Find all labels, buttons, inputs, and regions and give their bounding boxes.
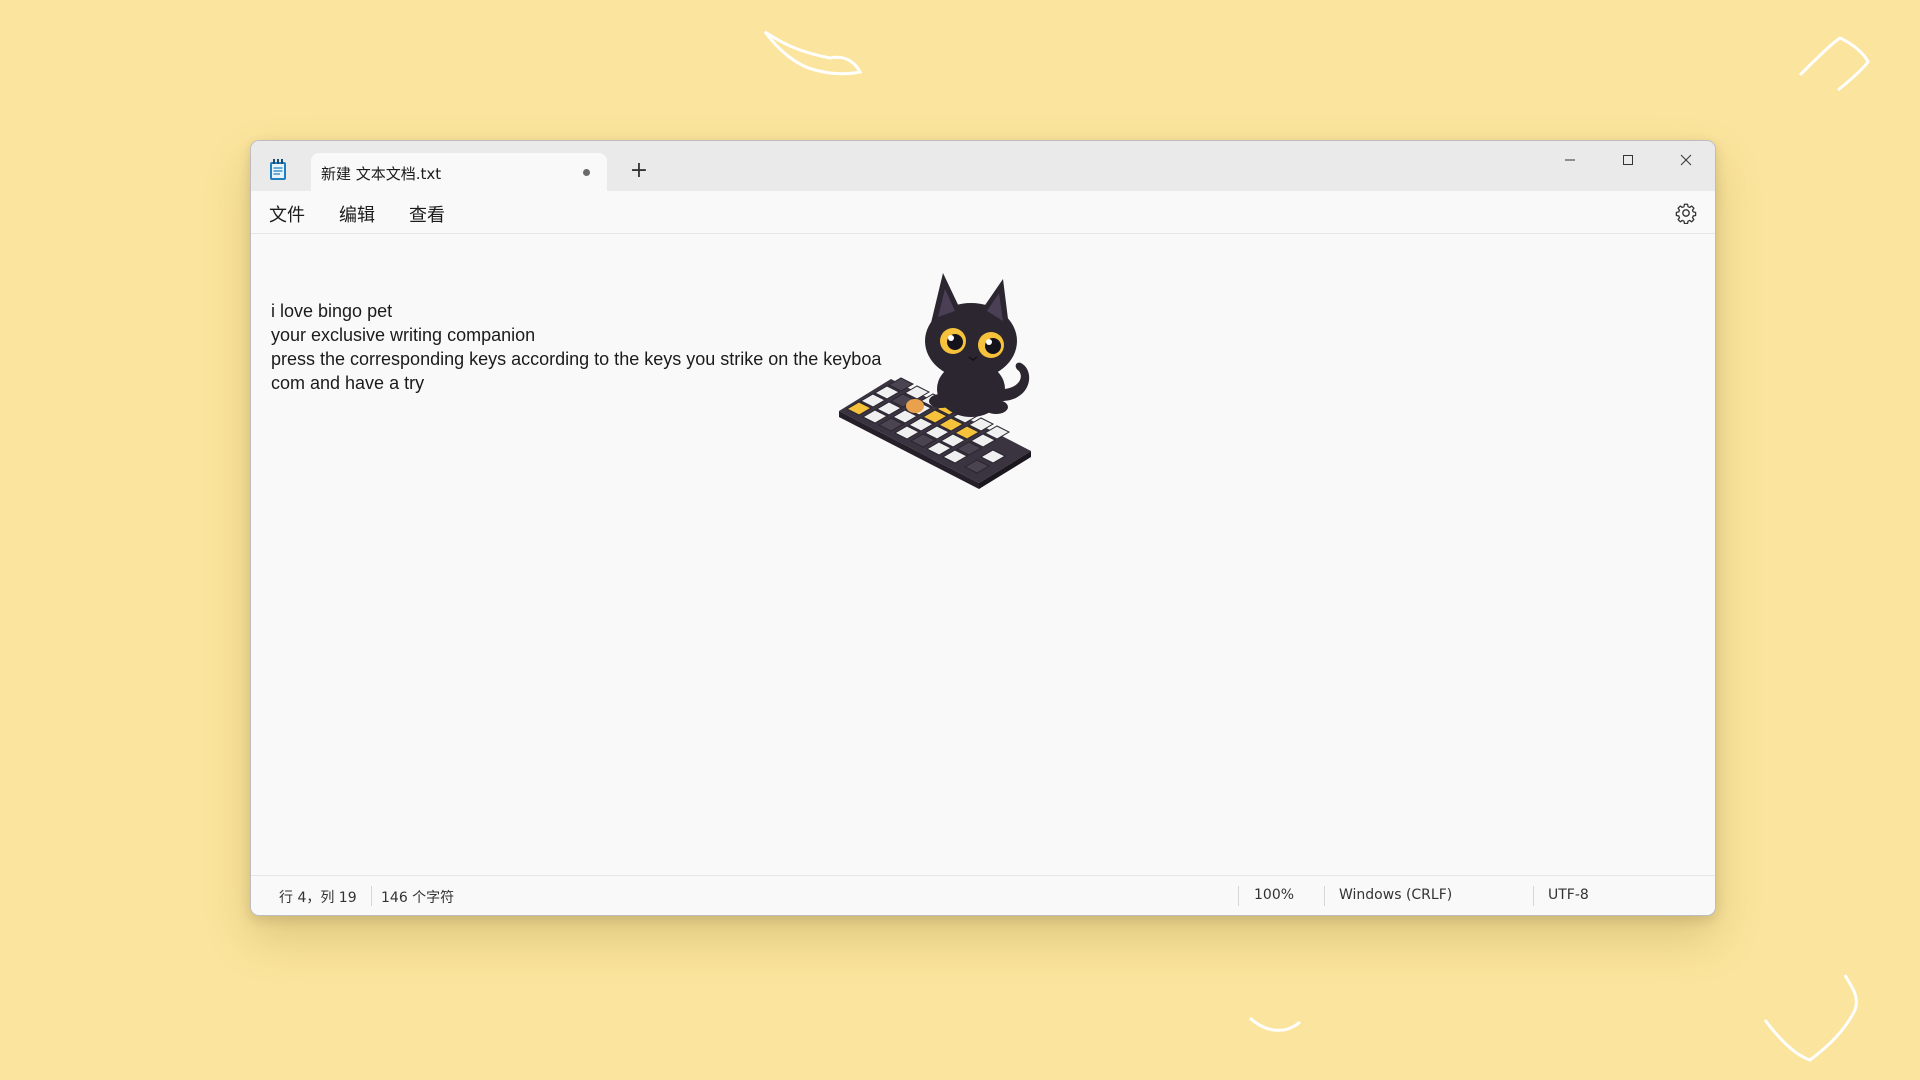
status-bar: 行 4，列 19 146 个字符 100% Windows (CRLF) UTF…	[251, 875, 1715, 915]
close-icon	[1680, 154, 1692, 166]
status-divider	[371, 886, 372, 906]
encoding[interactable]: UTF-8	[1548, 887, 1589, 903]
menu-view[interactable]: 查看	[409, 201, 445, 227]
zoom-level[interactable]: 100%	[1254, 887, 1294, 903]
leaf-doodle	[763, 30, 863, 76]
cursor-position: 行 4，列 19	[279, 890, 357, 906]
editor-line: your exclusive writing companion	[271, 325, 536, 345]
new-tab-button[interactable]: +	[621, 155, 657, 187]
smile-doodle	[1248, 1016, 1301, 1032]
menu-bar: 文件 编辑 查看	[251, 191, 1715, 234]
character-count: 146 个字符	[381, 890, 455, 906]
gear-icon[interactable]	[1675, 202, 1697, 224]
menu-file[interactable]: 文件	[269, 201, 305, 227]
editor-line: com and have a try	[271, 373, 425, 393]
maximize-icon	[1623, 155, 1633, 165]
minimize-icon	[1565, 159, 1575, 161]
tab-document[interactable]: 新建 文本文档.txt	[311, 153, 607, 191]
notepad-icon	[270, 159, 286, 180]
maximize-button[interactable]	[1599, 141, 1657, 177]
notepad-window: 新建 文本文档.txt + 文件 编辑 查看 i love bingo pet …	[250, 140, 1716, 916]
status-divider	[1324, 886, 1325, 906]
status-divider	[1533, 886, 1534, 906]
editor-line: i love bingo pet	[271, 301, 393, 321]
unsaved-dot-icon[interactable]	[583, 169, 590, 176]
curve-doodle-bottom-right	[1763, 974, 1858, 1062]
close-button[interactable]	[1657, 141, 1715, 177]
title-bar[interactable]: 新建 文本文档.txt +	[251, 141, 1715, 191]
menu-edit[interactable]: 编辑	[339, 201, 375, 227]
tab-title: 新建 文本文档.txt	[321, 165, 442, 183]
curve-doodle-top-right	[1798, 36, 1870, 92]
cat-pet-icon[interactable]	[831, 261, 1111, 501]
line-ending[interactable]: Windows (CRLF)	[1339, 887, 1452, 903]
editor-line: press the corresponding keys according t…	[271, 349, 882, 369]
status-divider	[1238, 886, 1239, 906]
minimize-button[interactable]	[1541, 141, 1599, 177]
